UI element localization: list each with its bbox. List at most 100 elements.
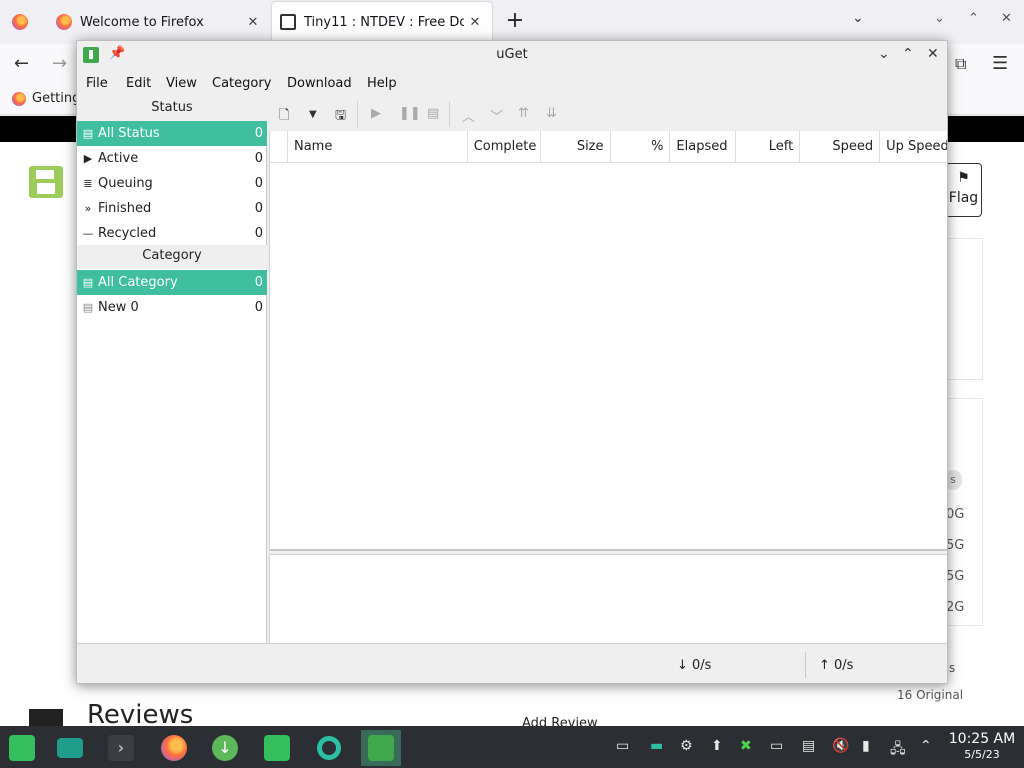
toolbar-separator <box>357 101 358 127</box>
sidebar-item-new-category[interactable]: ▤ New 0 0 <box>77 295 267 320</box>
clock-date[interactable]: 5/5/23 <box>946 748 1018 761</box>
uget-title-bar[interactable]: 📌 uGet ⌄ ⌃ ✕ <box>77 41 947 71</box>
firefox-icon <box>56 14 72 30</box>
menu-download[interactable]: Download <box>287 76 352 91</box>
list-all-tabs-chevron-icon[interactable]: ⌄ <box>852 10 864 26</box>
volume-muted-icon[interactable]: 🔇 <box>832 738 849 754</box>
sidebar-item-label: Finished <box>98 201 152 216</box>
hamburger-menu-icon[interactable]: ☰ <box>992 53 1008 74</box>
file-size: 5G <box>946 569 965 584</box>
sidebar-item-queuing[interactable]: ≣ Queuing 0 <box>77 171 267 196</box>
sidebar-item-finished[interactable]: » Finished 0 <box>77 196 267 221</box>
network-icon[interactable]: 🖧 <box>890 738 906 762</box>
folder-icon <box>57 738 83 758</box>
maximize-icon[interactable]: ⌃ <box>902 46 914 62</box>
column-up-speed[interactable]: Up Speed <box>880 131 947 163</box>
download-arrow-icon: ↓ <box>212 735 238 761</box>
column-elapsed[interactable]: Elapsed <box>670 131 737 163</box>
column-percent[interactable]: % <box>611 131 671 163</box>
app-menu-button[interactable] <box>2 730 42 766</box>
clock-time[interactable]: 10:25 AM <box>946 731 1018 747</box>
clipboard-icon[interactable]: ▤ <box>802 738 815 754</box>
list-header: Name Complete Size % Elapsed Left Speed … <box>270 131 947 163</box>
menu-category[interactable]: Category <box>212 76 271 91</box>
maximize-icon[interactable]: ⌃ <box>968 11 979 26</box>
forward-arrow-icon[interactable]: → <box>52 53 67 74</box>
taskbar-manjaro-settings[interactable] <box>257 730 297 766</box>
new-tab-button[interactable]: + <box>502 8 528 36</box>
flag-button[interactable]: ⚑ Flag <box>945 163 982 217</box>
sidebar-item-all-category[interactable]: ▤ All Category 0 <box>77 270 267 295</box>
new-download-dropdown-icon[interactable]: ▼ <box>309 109 317 120</box>
firefox-view-button[interactable] <box>8 0 38 44</box>
firefox-icon <box>161 735 187 761</box>
console-icon[interactable]: ▭ <box>770 738 783 754</box>
sidebar-item-label: Active <box>98 151 139 166</box>
sidebar-item-active[interactable]: ▶ Active 0 <box>77 146 267 171</box>
bookmark-getting-started[interactable]: Getting <box>12 91 80 106</box>
move-down-icon[interactable]: ﹀ <box>490 106 503 125</box>
move-bottom-icon[interactable]: ⇊ <box>546 106 557 121</box>
sidebar-item-count: 0 <box>254 151 263 166</box>
sidebar-item-recycled[interactable]: — Recycled 0 <box>77 221 267 246</box>
menu-view[interactable]: View <box>166 76 197 91</box>
sidebar-item-all-status[interactable]: ▤ All Status 0 <box>77 121 267 146</box>
tab-title: Welcome to Firefox <box>80 14 204 30</box>
column-size[interactable]: Size <box>541 131 611 163</box>
close-tab-icon[interactable]: ✕ <box>464 15 486 30</box>
flag-label: Flag <box>948 190 979 206</box>
taskbar-app-circle[interactable] <box>309 730 349 766</box>
download-list[interactable]: Name Complete Size % Elapsed Left Speed … <box>269 131 947 551</box>
window-title: uGet <box>496 47 528 62</box>
tab-title: Tiny11 : NTDEV : Free Dow <box>304 14 464 30</box>
taskbar-file-manager[interactable] <box>50 730 90 766</box>
flag-icon: ⚑ <box>957 170 970 186</box>
original-count: 16 Original <box>897 688 964 702</box>
taskbar-firefox[interactable] <box>154 730 194 766</box>
update-icon[interactable]: ⬆ <box>711 738 723 754</box>
network-settings-icon[interactable]: ⚙ <box>680 738 693 754</box>
uget-app-icon <box>368 735 394 761</box>
minimize-icon[interactable]: ⌄ <box>934 11 945 26</box>
new-download-icon[interactable]: 🗋 <box>279 106 289 128</box>
usb-device-icon[interactable]: ▮ <box>862 738 870 754</box>
close-tab-icon[interactable]: ✕ <box>242 15 264 30</box>
save-icon[interactable]: 🖫 <box>335 106 346 128</box>
show-desktop-icon[interactable]: ▭ <box>616 738 629 754</box>
minimize-icon[interactable]: ⌄ <box>878 46 890 62</box>
move-up-icon[interactable]: ︿ <box>462 106 475 125</box>
menu-file[interactable]: File <box>86 76 108 91</box>
close-window-icon[interactable]: ✕ <box>1001 11 1012 26</box>
taskbar-uget[interactable] <box>361 730 401 766</box>
xorg-icon[interactable]: ✖ <box>740 738 752 754</box>
column-complete[interactable]: Complete <box>468 131 541 163</box>
toolbar: 🗋 ▼ 🖫 ▶ ❚❚ ▤ ︿ ﹀ ⇈ ⇊ <box>269 97 947 131</box>
window-overview-icon[interactable]: ▬ <box>650 738 663 754</box>
firefox-icon <box>12 14 28 30</box>
column-left[interactable]: Left <box>736 131 801 163</box>
sidebar-item-label: All Category <box>98 275 178 290</box>
move-top-icon[interactable]: ⇈ <box>518 106 529 121</box>
tray-expand-icon[interactable]: ⌃ <box>920 738 932 754</box>
back-arrow-icon[interactable]: ← <box>14 53 29 74</box>
taskbar-terminal[interactable]: › <box>101 730 141 766</box>
column-speed[interactable]: Speed <box>800 131 881 163</box>
taskbar-downloader[interactable]: ↓ <box>205 730 245 766</box>
manjaro-settings-icon <box>264 735 290 761</box>
close-window-icon[interactable]: ✕ <box>927 46 939 62</box>
extensions-puzzle-icon[interactable]: ⧉ <box>955 54 966 74</box>
start-play-icon[interactable]: ▶ <box>371 106 381 121</box>
tab-welcome-to-firefox[interactable]: Welcome to Firefox ✕ <box>44 0 270 44</box>
site-card <box>946 238 983 380</box>
column-icon[interactable] <box>270 131 288 163</box>
file-size: 2G <box>946 600 965 615</box>
menu-help[interactable]: Help <box>367 76 397 91</box>
tab-tiny11[interactable]: Tiny11 : NTDEV : Free Dow ✕ <box>272 2 492 42</box>
properties-icon[interactable]: ▤ <box>427 106 439 121</box>
bookmark-label: Getting <box>32 91 81 106</box>
sidebar-item-label: Queuing <box>98 176 153 191</box>
pause-icon[interactable]: ❚❚ <box>399 106 421 121</box>
column-name[interactable]: Name <box>288 131 468 163</box>
menu-edit[interactable]: Edit <box>126 76 151 91</box>
site-text: s <box>949 661 956 675</box>
